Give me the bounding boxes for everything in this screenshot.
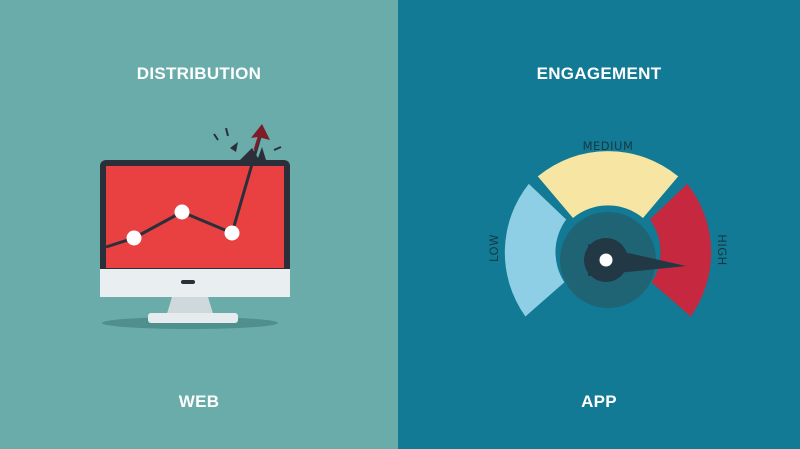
- monitor-base: [148, 313, 238, 323]
- chart-point: [174, 204, 190, 220]
- gauge-label-high: HIGH: [715, 234, 729, 266]
- chart-point: [126, 230, 142, 246]
- web-label: WEB: [178, 392, 220, 411]
- monitor-chart-illustration: [100, 124, 290, 329]
- app-label: APP: [581, 392, 617, 411]
- engagement-panel: ENGAGEMENT MEDIUM LOW HIGH APP: [398, 0, 800, 449]
- chart-point: [224, 225, 240, 241]
- gauge-segment-high: [649, 183, 712, 317]
- gauge-segment-medium: [537, 151, 679, 218]
- gauge-label-medium: MEDIUM: [583, 139, 634, 153]
- gauge-needle-pin: [599, 253, 613, 267]
- distribution-panel: DISTRIBUTION WEB: [0, 0, 398, 449]
- gauge-label-low: LOW: [487, 234, 501, 262]
- monitor-logo: [181, 280, 195, 284]
- gauge-segment-low: [504, 183, 567, 317]
- gauge-illustration: MEDIUM LOW HIGH: [487, 139, 729, 317]
